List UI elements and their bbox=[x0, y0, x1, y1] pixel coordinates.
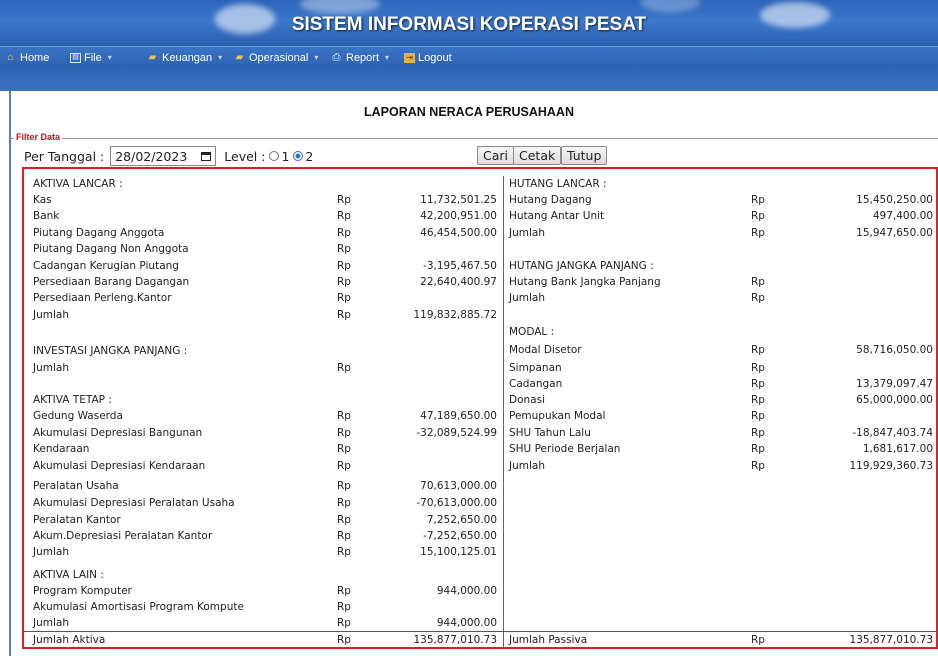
calendar-icon[interactable] bbox=[201, 151, 212, 161]
cari-button[interactable]: Cari bbox=[477, 146, 514, 165]
page-title: LAPORAN NERACA PERUSAHAAN bbox=[364, 105, 574, 119]
chevron-down-icon: ▾ bbox=[107, 53, 112, 62]
menu-report[interactable]: ⎙ Report ▾ bbox=[330, 50, 390, 65]
date-value: 28/02/2023 bbox=[115, 148, 188, 164]
app-header: SISTEM INFORMASI KOPERASI PESAT bbox=[0, 0, 938, 46]
cetak-button[interactable]: Cetak bbox=[513, 146, 562, 165]
level-radio-1[interactable] bbox=[269, 151, 280, 161]
folder-icon: ▰ bbox=[148, 52, 157, 63]
menu-home-label: Home bbox=[20, 51, 50, 64]
level-option-1: 1 bbox=[281, 148, 290, 164]
content-left-border bbox=[9, 91, 11, 656]
printer-icon: ⎙ bbox=[332, 52, 341, 63]
filter-row: Per Tanggal : 28/02/2023 Level : 1 2 bbox=[24, 146, 313, 166]
date-input[interactable]: 28/02/2023 bbox=[110, 146, 217, 166]
app-title: SISTEM INFORMASI KOPERASI PESAT bbox=[291, 14, 647, 35]
banner-cloud bbox=[640, 0, 700, 12]
logout-icon: ⇥ bbox=[404, 52, 415, 63]
menu-logout[interactable]: ⇥ Logout bbox=[404, 50, 452, 65]
date-label: Per Tanggal : bbox=[24, 148, 105, 164]
menu-file[interactable]: ▤ File ▾ bbox=[70, 50, 112, 65]
chevron-down-icon: ▾ bbox=[218, 53, 223, 62]
menu-bar: ⌂ Home ▤ File ▾ ▰ Keuangan ▾ ▰ Operasion… bbox=[0, 46, 938, 68]
menu-home[interactable]: ⌂ Home bbox=[4, 50, 49, 65]
menu-keuangan[interactable]: ▰ Keuangan ▾ bbox=[146, 50, 223, 65]
report-highlight-box bbox=[22, 167, 938, 649]
level-label: Level : bbox=[224, 148, 266, 164]
home-icon: ⌂ bbox=[7, 52, 14, 63]
secondary-banner bbox=[0, 67, 938, 91]
file-icon: ▤ bbox=[70, 52, 81, 63]
menu-keuangan-label: Keuangan bbox=[162, 51, 213, 64]
banner-cloud bbox=[300, 0, 380, 14]
level-radio-2[interactable] bbox=[293, 151, 304, 161]
menu-operasional-label: Operasional bbox=[249, 51, 309, 64]
level-option-2: 2 bbox=[305, 148, 314, 164]
menu-operasional[interactable]: ▰ Operasional ▾ bbox=[233, 50, 319, 65]
filter-fieldset-border bbox=[10, 138, 938, 139]
tutup-button[interactable]: Tutup bbox=[561, 146, 608, 165]
chevron-down-icon: ▾ bbox=[385, 53, 390, 62]
menu-file-label: File bbox=[84, 51, 102, 64]
filter-legend: Filter Data bbox=[14, 132, 63, 142]
chevron-down-icon: ▾ bbox=[314, 53, 319, 62]
menu-logout-label: Logout bbox=[418, 51, 452, 64]
menu-report-label: Report bbox=[346, 51, 380, 64]
folder-icon: ▰ bbox=[235, 52, 244, 63]
